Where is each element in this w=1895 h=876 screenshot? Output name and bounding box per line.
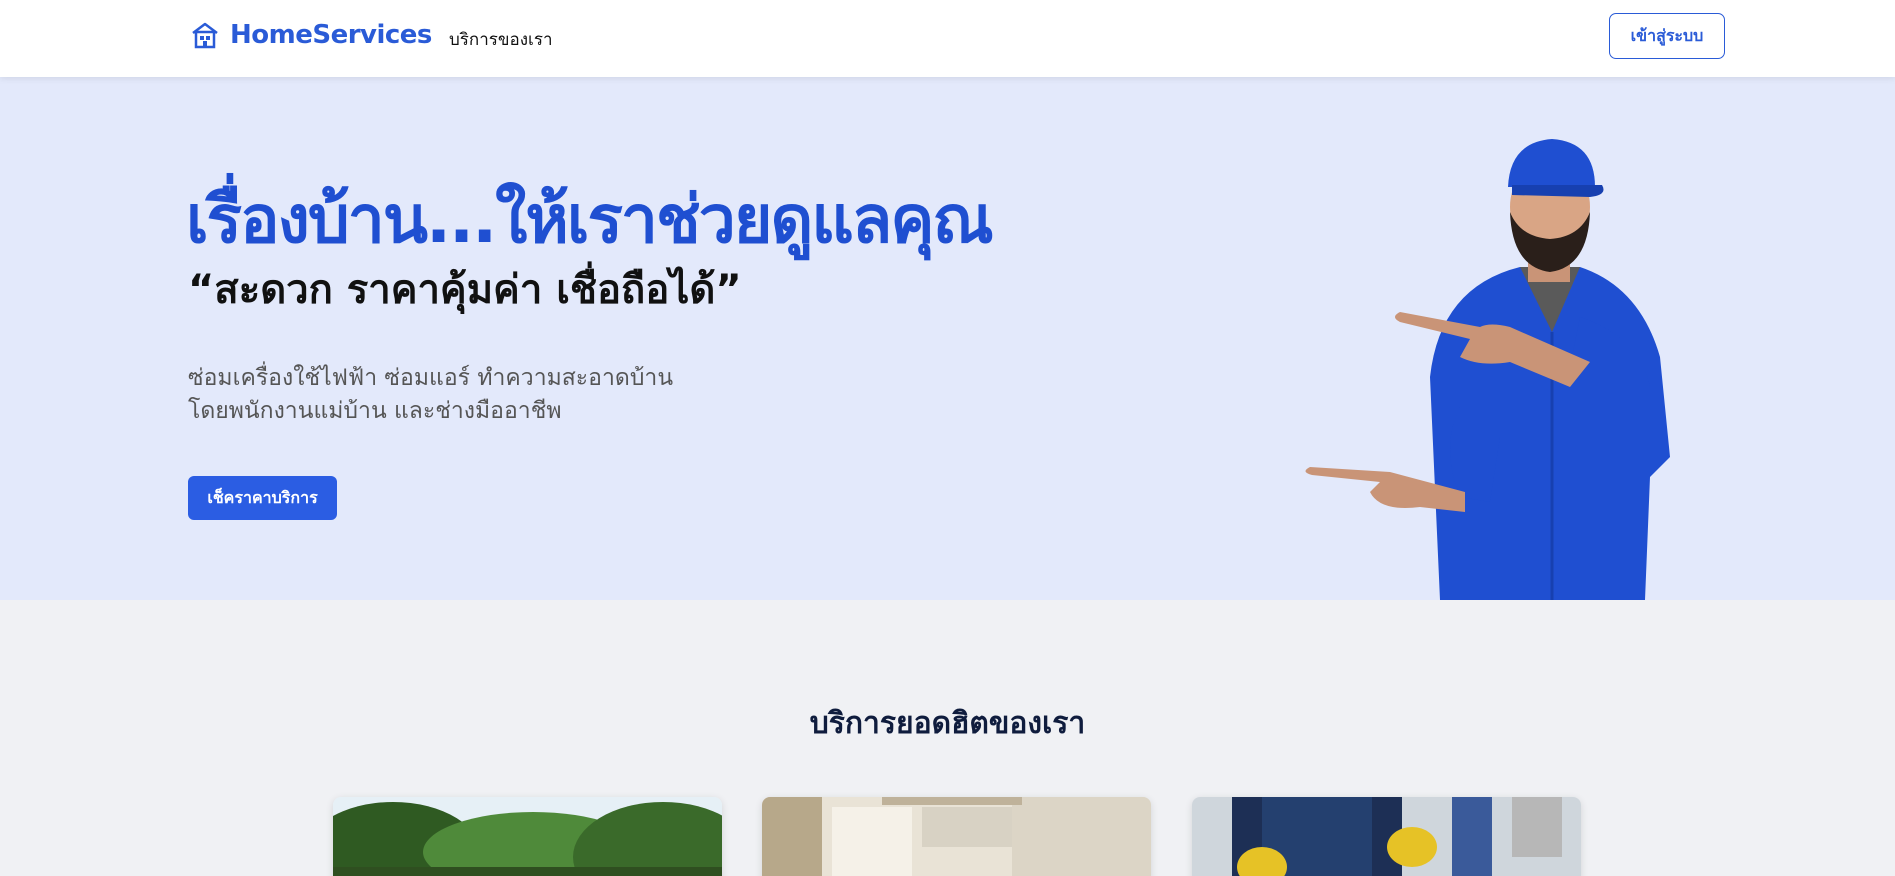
hero-description-line: ซ่อมเครื่องใช้ไฟฟ้า ซ่อมแอร์ ทำความสะอาด…: [188, 365, 674, 391]
service-card[interactable]: [762, 797, 1151, 876]
service-card[interactable]: [333, 797, 722, 876]
hero-section: เรื่องบ้าน...ให้เราช่วยดูแลคุณ “สะดวก รา…: [0, 77, 1895, 600]
brand-logo[interactable]: HomeServices: [190, 20, 432, 50]
check-price-button[interactable]: เช็คราคาบริการ: [188, 476, 337, 520]
hero-subtitle: “สะดวก ราคาคุ้มค่า เชื่อถือได้”: [188, 267, 742, 313]
hero-description-line: โดยพนักงานแม่บ้าน และช่างมืออาชีพ: [188, 398, 562, 424]
hero-description: ซ่อมเครื่องใช้ไฟฟ้า ซ่อมแอร์ ทำความสะอาด…: [188, 362, 788, 428]
login-button[interactable]: เข้าสู่ระบบ: [1609, 13, 1725, 59]
service-card[interactable]: [1192, 797, 1581, 876]
nav-our-services[interactable]: บริการของเรา: [449, 26, 553, 53]
popular-services-title: บริการยอดฮิตของเรา: [809, 706, 1086, 741]
cleaning-image: [1192, 797, 1581, 876]
brand-name: HomeServices: [230, 20, 432, 50]
technician-image: [1305, 139, 1670, 600]
garden-image: [333, 797, 722, 876]
site-header: HomeServices บริการของเรา เข้าสู่ระบบ: [0, 0, 1895, 77]
house-icon: [192, 22, 218, 49]
kitchen-image: [762, 797, 1151, 876]
